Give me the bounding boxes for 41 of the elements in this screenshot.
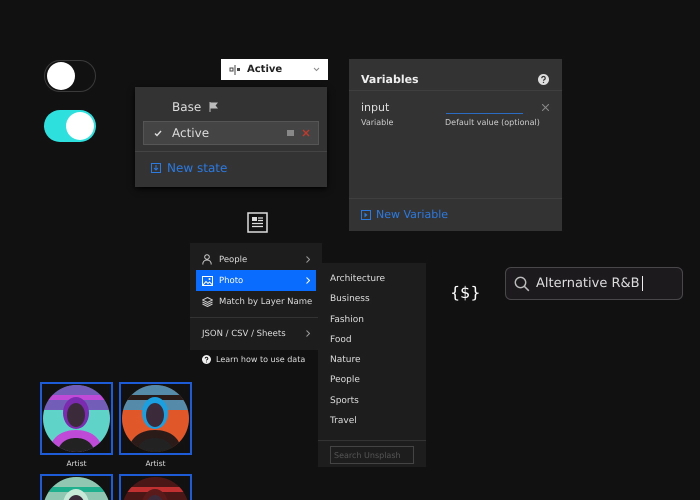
search-icon (514, 276, 530, 292)
toggle-switch[interactable] (44, 60, 96, 92)
variable-label: Variable (361, 118, 394, 127)
menu-item[interactable]: Fashion (318, 314, 426, 334)
person-icon (202, 254, 212, 265)
toggle-switch[interactable] (44, 110, 96, 142)
search-field[interactable]: Search Unsplash (330, 446, 414, 464)
menu-item[interactable]: Food (318, 334, 426, 354)
search-field[interactable]: Alternative R&B (505, 267, 683, 300)
menu-item[interactable]: Nature (318, 354, 426, 374)
menu-item[interactable]: Business (318, 293, 426, 314)
menu-item[interactable]: Photo (196, 270, 316, 291)
data-icon[interactable] (247, 212, 268, 233)
variable-name[interactable]: input (361, 100, 446, 114)
help-icon[interactable] (538, 74, 549, 85)
help-link[interactable]: Learn how to use data (216, 355, 306, 364)
layers-icon (202, 296, 213, 306)
state-dropdown[interactable]: Active (221, 59, 328, 80)
menu-item[interactable]: JSON / CSV / Sheets (196, 323, 316, 344)
panel-title: Variables (361, 73, 419, 86)
flag-icon (209, 102, 218, 112)
field-label: Default value (optional) (445, 118, 540, 127)
menu-item[interactable]: Sports (318, 394, 426, 416)
variable-symbol: {$} (450, 283, 481, 302)
menu-item[interactable]: Match by Layer Name (196, 291, 316, 312)
menu-item[interactable]: Travel (318, 415, 426, 436)
chevron-right-icon (306, 277, 310, 284)
help-icon (202, 355, 211, 364)
menu-item[interactable]: People (318, 374, 426, 395)
state-item[interactable]: Base (143, 95, 319, 119)
chevron-right-icon (306, 330, 310, 337)
chevron-right-icon (306, 256, 310, 263)
download-icon (151, 163, 161, 173)
close-icon[interactable] (542, 104, 549, 110)
check-icon (154, 130, 162, 137)
play-icon (361, 210, 371, 220)
split-icon (229, 64, 241, 74)
image-icon (202, 276, 213, 286)
menu-item[interactable]: People (196, 249, 316, 270)
chevron-down-icon (313, 67, 320, 72)
menu-item[interactable]: Architecture (318, 273, 426, 294)
